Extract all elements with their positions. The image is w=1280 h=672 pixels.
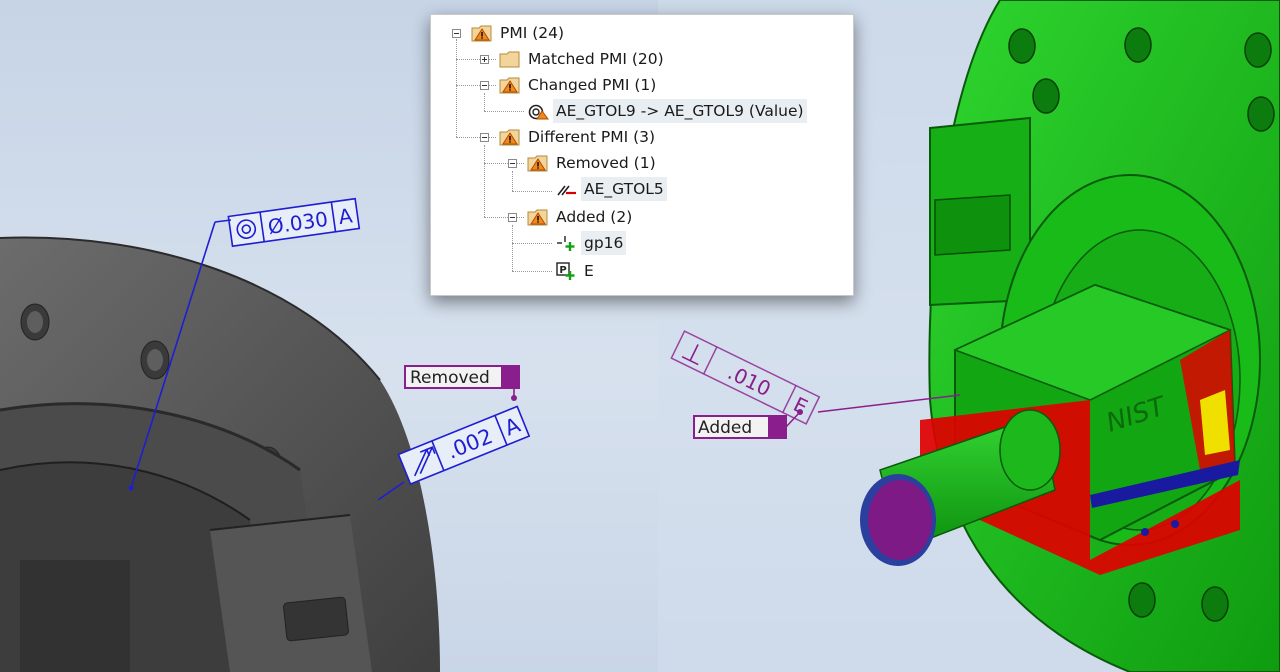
svg-text:Removed: Removed (410, 368, 490, 388)
gtol-changed-icon (528, 104, 549, 120)
datum-feature-added-icon: P (556, 262, 575, 280)
folder-warning-icon (499, 129, 520, 146)
removed-tag[interactable]: Removed (404, 365, 520, 401)
folder-warning-icon (527, 209, 548, 226)
tree-node-label: Matched PMI (20) (528, 50, 664, 68)
collapse-toggle-changed[interactable] (480, 81, 489, 90)
svg-text:Added: Added (698, 418, 752, 438)
gtol-removed-icon (557, 185, 576, 196)
collapse-toggle-different[interactable] (480, 133, 489, 142)
fcf-runout-callout[interactable]: .002 A (397, 405, 531, 486)
tree-node-label: gp16 (581, 231, 627, 255)
collapse-toggle-pmi[interactable] (452, 29, 461, 38)
tree-node-label: AE_GTOL9 -> AE_GTOL9 (Value) (553, 99, 807, 123)
folder-warning-icon (471, 25, 492, 42)
tree-node-label: E (584, 262, 594, 280)
datum-target-added-icon (557, 236, 575, 251)
folder-icon (499, 51, 520, 68)
tree-node-label: AE_GTOL5 (581, 177, 667, 201)
tree-node-label: Different PMI (3) (528, 128, 656, 146)
tree-node-label: Added (2) (556, 208, 633, 226)
tree-node-label: PMI (24) (500, 24, 565, 42)
collapse-toggle-added[interactable] (508, 213, 517, 222)
fcf-position-callout[interactable]: Ø.030 A (227, 197, 361, 248)
collapse-toggle-removed[interactable] (508, 159, 517, 168)
tree-node-label: Changed PMI (1) (528, 76, 657, 94)
pmi-compare-tree-panel: PMI (24) Matched PMI (20) Changed PMI (1… (430, 14, 854, 296)
folder-warning-icon (527, 155, 548, 172)
grey-part-model (0, 236, 440, 672)
tree-node-label: Removed (1) (556, 154, 656, 172)
expand-toggle-matched[interactable] (480, 55, 489, 64)
folder-warning-icon (499, 77, 520, 94)
